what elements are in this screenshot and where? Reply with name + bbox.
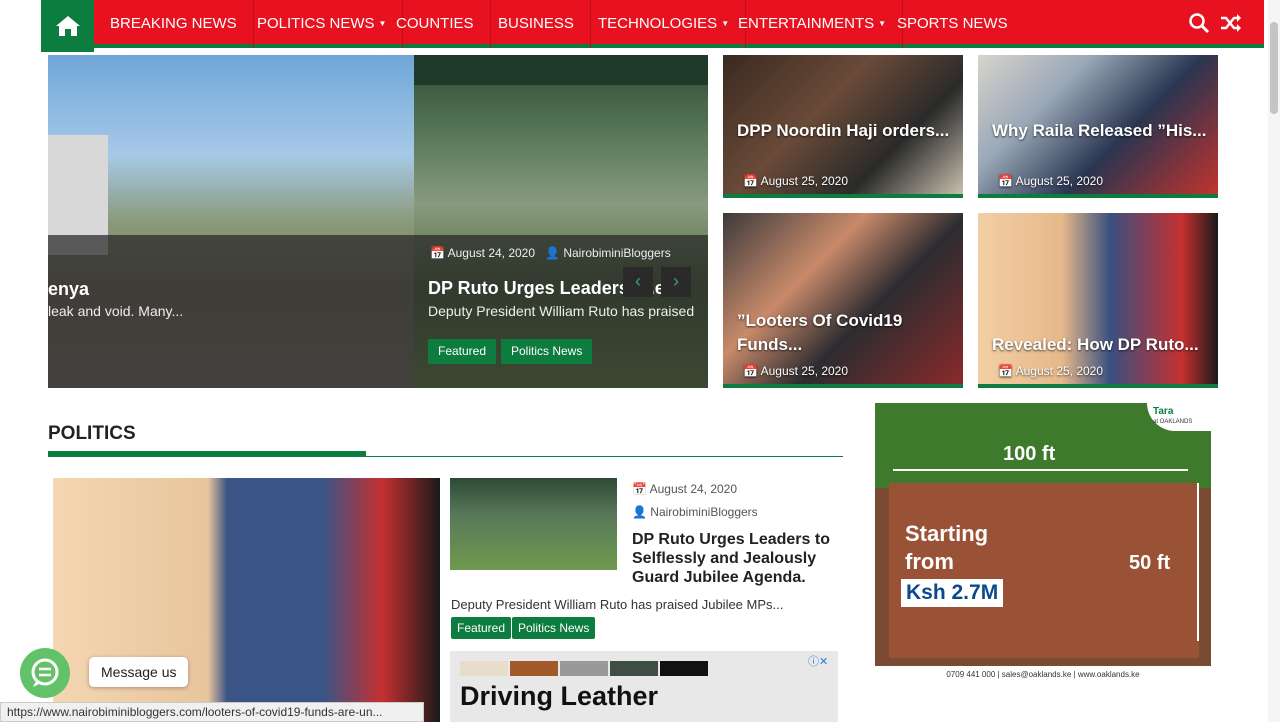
tag-politics-news[interactable]: Politics News — [512, 617, 596, 639]
nav-entertainments[interactable]: ENTERTAINMENTS ▼ — [722, 0, 904, 48]
nav-sports-news[interactable]: SPORTS NEWS — [881, 0, 1024, 48]
news-tile[interactable]: Revealed: How DP Ruto... 📅 August 25, 20… — [978, 213, 1218, 388]
tag-politics-news[interactable]: Politics News — [501, 339, 593, 364]
post-thumbnail[interactable] — [450, 478, 617, 570]
ad-price: Ksh 2.7M — [901, 579, 1004, 607]
ad-brand: Tara — [1153, 406, 1174, 417]
slider-next-button[interactable]: › — [661, 267, 691, 297]
color-swatch — [660, 661, 708, 676]
post-title[interactable]: DP Ruto Urges Leaders to Selflessly and … — [632, 530, 847, 587]
post-excerpt: Deputy President William Ruto has praise… — [451, 597, 784, 612]
advertisement-oaklands[interactable]: Tara at OAKLANDS 100 ft 50 ft Starting f… — [875, 403, 1211, 683]
tile-date: 📅 August 25, 2020 — [998, 364, 1104, 378]
search-icon[interactable] — [1188, 12, 1210, 34]
chevron-left-icon: ‹ — [635, 271, 641, 291]
ad-choices-icon[interactable]: ⓘ✕ — [808, 653, 836, 668]
status-bar-url: https://www.nairobiminibloggers.com/loot… — [0, 702, 424, 722]
tag-featured[interactable]: Featured — [428, 339, 497, 364]
tent-canopy — [414, 55, 708, 85]
color-swatch — [610, 661, 658, 676]
home-icon — [55, 16, 80, 36]
featured-slider[interactable]: enya leak and void. Many... 📅 August 24,… — [48, 55, 708, 388]
color-swatch — [460, 661, 508, 676]
calendar-icon: 📅 — [743, 364, 758, 378]
slide-title[interactable]: enya — [48, 279, 89, 300]
ad-headline: Driving Leather — [460, 681, 659, 711]
slider-prev-button[interactable]: ‹ — [623, 267, 653, 297]
ad-text-from: from — [905, 549, 954, 574]
nav-business[interactable]: BUSINESS — [482, 0, 591, 48]
home-button[interactable] — [41, 0, 94, 52]
ad-text-starting: Starting — [905, 521, 989, 546]
calendar-icon: 📅 — [998, 364, 1013, 378]
ad-footer: 0709 441 000 | sales@oaklands.ke | www.o… — [875, 666, 1211, 683]
tile-title[interactable]: ”Looters Of Covid19 Funds... — [737, 309, 963, 357]
news-tile[interactable]: ”Looters Of Covid19 Funds... 📅 August 25… — [723, 213, 963, 388]
tile-title[interactable]: Why Raila Released ”His... — [992, 119, 1206, 143]
user-icon: 👤 — [632, 505, 647, 519]
tile-title[interactable]: DPP Noordin Haji orders... — [737, 119, 949, 143]
section-divider — [48, 456, 843, 457]
tile-title[interactable]: Revealed: How DP Ruto... — [992, 333, 1199, 357]
ad-width-label: 100 ft — [1003, 443, 1056, 465]
calendar-icon: 📅 — [743, 174, 758, 188]
scrollbar[interactable] — [1268, 0, 1280, 722]
chat-icon — [31, 658, 59, 687]
ad-height-label: 50 ft — [1129, 552, 1171, 574]
chevron-right-icon: › — [673, 271, 679, 291]
slide-meta: 📅 August 24, 2020 👤 NairobiminiBloggers — [430, 246, 671, 260]
chat-button[interactable] — [20, 648, 70, 698]
post-author[interactable]: 👤 NairobiminiBloggers — [632, 505, 758, 519]
nav-counties[interactable]: COUNTIES — [380, 0, 491, 48]
scrollbar-thumb[interactable] — [1270, 22, 1278, 114]
calendar-icon: 📅 — [998, 174, 1013, 188]
news-tile[interactable]: Why Raila Released ”His... 📅 August 25, … — [978, 55, 1218, 198]
ad-brand-sub: at OAKLANDS — [1153, 419, 1193, 425]
main-navbar: BREAKING NEWS POLITICS NEWS ▼ COUNTIES BU… — [41, 0, 1264, 52]
tile-date: 📅 August 25, 2020 — [998, 174, 1104, 188]
chat-label[interactable]: Message us — [89, 657, 189, 687]
calendar-icon: 📅 — [430, 246, 445, 260]
color-swatch — [510, 661, 558, 676]
section-title: POLITICS — [48, 423, 136, 444]
ad-width-line — [893, 469, 1188, 471]
color-swatch — [560, 661, 608, 676]
calendar-icon: 📅 — [632, 482, 647, 496]
nav-breaking-news[interactable]: BREAKING NEWS — [94, 0, 254, 48]
tile-date: 📅 August 25, 2020 — [743, 174, 849, 188]
news-tile[interactable]: DPP Noordin Haji orders... 📅 August 25, … — [723, 55, 963, 198]
user-icon: 👤 — [545, 246, 560, 260]
post-date: 📅 August 24, 2020 — [632, 482, 738, 496]
tag-featured[interactable]: Featured — [451, 617, 512, 639]
advertisement[interactable]: Driving Leather ⓘ✕ — [450, 651, 838, 722]
tile-date: 📅 August 25, 2020 — [743, 364, 849, 378]
shuffle-icon[interactable] — [1220, 12, 1242, 34]
slide-excerpt: leak and void. Many... — [48, 303, 184, 319]
slide-excerpt: Deputy President William Ruto has praise… — [428, 303, 695, 319]
ad-height-line — [1197, 483, 1199, 641]
